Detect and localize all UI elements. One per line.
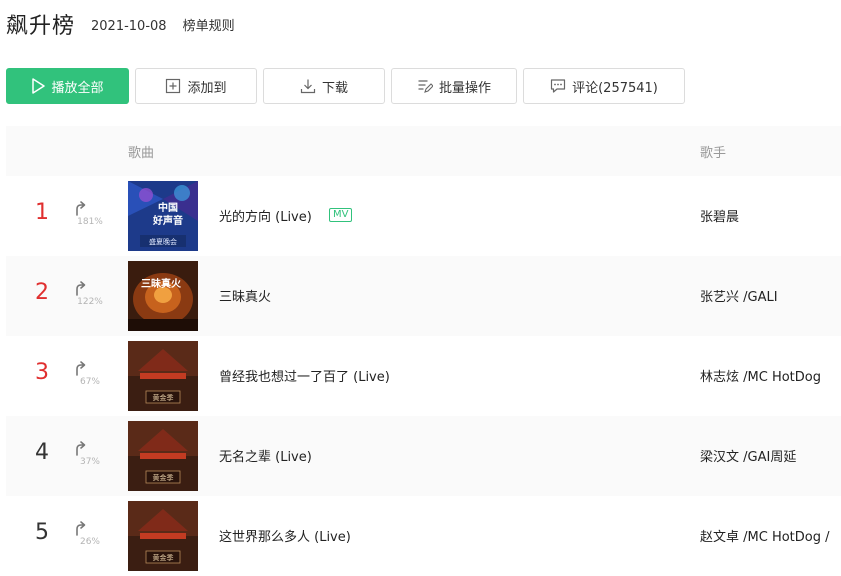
song-row[interactable]: 4 37% 黄金季 无名之辈 (Live) 梁汉文 /GAI周延: [6, 416, 841, 496]
comment-label: 评论(257541): [572, 80, 658, 96]
trend-percent: 26%: [79, 537, 100, 547]
column-header-artist: 歌手: [700, 146, 727, 161]
song-row[interactable]: 2 122% 三昧真火 三昧真火 张艺兴 /GALI: [6, 256, 841, 336]
rank-number: 1: [35, 200, 49, 225]
trend-percent: 67%: [79, 377, 100, 387]
artist-name[interactable]: 林志炫 /MC HotDog: [700, 366, 821, 385]
trend-up-icon: [76, 441, 86, 456]
trend-percent: 181%: [77, 217, 103, 227]
song-title[interactable]: 光的方向 (Live): [219, 206, 312, 225]
song-title[interactable]: 三昧真火: [219, 286, 271, 305]
add-to-button[interactable]: 添加到: [135, 68, 257, 104]
trend-up-icon: [76, 521, 86, 536]
trend-percent: 122%: [77, 297, 103, 307]
song-title[interactable]: 这世界那么多人 (Live): [219, 526, 351, 545]
rank-number: 3: [35, 360, 49, 385]
song-row[interactable]: 3 67% 黄金季 曾经我也想过一了百了 (Live) 林志炫 /MC HotD…: [6, 336, 841, 416]
artist-name[interactable]: 梁汉文 /GAI周延: [700, 446, 796, 465]
cover-text: 三昧真火: [141, 277, 182, 290]
trend-up-icon: [76, 281, 86, 296]
album-cover[interactable]: 中国 好声音 盛夏晚会: [128, 181, 198, 251]
song-row[interactable]: 5 26% 黄金季 这世界那么多人 (Live) 赵文卓 /MC HotDog …: [6, 496, 841, 576]
trend-indicator: 181%: [74, 200, 106, 227]
chart-date: 2021-10-08: [91, 19, 167, 34]
song-list: 歌曲 歌手 1 181% 中国 好声音 盛夏晚会 光的方向 (Live) MV …: [6, 126, 841, 576]
mv-badge[interactable]: MV: [329, 208, 353, 222]
artist-name[interactable]: 张艺兴 /GALI: [700, 286, 778, 305]
batch-operation-label: 批量操作: [438, 80, 491, 96]
artist-name[interactable]: 赵文卓 /MC HotDog /: [700, 526, 830, 545]
batch-operation-button[interactable]: 批量操作: [391, 68, 517, 104]
rank-number: 5: [35, 520, 49, 545]
download-label: 下载: [321, 80, 348, 96]
song-row[interactable]: 1 181% 中国 好声音 盛夏晚会 光的方向 (Live) MV 张碧晨: [6, 176, 841, 256]
column-header-song: 歌曲: [128, 146, 155, 161]
song-title[interactable]: 曾经我也想过一了百了 (Live): [219, 366, 390, 385]
album-cover[interactable]: 黄金季: [128, 421, 198, 491]
batch-icon: [418, 80, 433, 93]
album-cover[interactable]: 黄金季: [128, 341, 198, 411]
play-all-button[interactable]: 播放全部: [6, 68, 129, 104]
comment-icon: [551, 79, 566, 93]
trend-up-icon: [76, 361, 86, 376]
cover-text: 黄金季: [153, 393, 174, 402]
toolbar: 播放全部 添加到 下载 批量操作 评论(257541): [6, 68, 691, 104]
list-header: 歌曲 歌手: [6, 126, 841, 176]
cover-text: 中国: [158, 201, 178, 214]
download-icon: [300, 79, 316, 94]
play-all-label: 播放全部: [51, 80, 104, 96]
rank-number: 2: [35, 280, 49, 305]
trend-indicator: 122%: [74, 280, 106, 307]
trend-indicator: 37%: [74, 440, 106, 467]
cover-text: 盛夏晚会: [149, 237, 177, 246]
download-button[interactable]: 下载: [263, 68, 385, 104]
add-icon: [166, 78, 181, 94]
song-title[interactable]: 无名之辈 (Live): [219, 446, 312, 465]
rank-number: 4: [35, 440, 49, 465]
artist-name[interactable]: 张碧晨: [700, 206, 739, 225]
play-icon: [32, 78, 46, 94]
trend-up-icon: [76, 201, 86, 216]
page-header: 飙升榜 2021-10-08 榜单规则: [6, 8, 235, 40]
cover-text: 好声音: [152, 214, 183, 227]
comment-button[interactable]: 评论(257541): [523, 68, 685, 104]
album-cover[interactable]: 三昧真火: [128, 261, 198, 331]
trend-percent: 37%: [79, 457, 100, 467]
chart-rules-link[interactable]: 榜单规则: [183, 15, 235, 34]
cover-text: 黄金季: [153, 553, 174, 562]
trend-indicator: 67%: [74, 360, 106, 387]
album-cover[interactable]: 黄金季: [128, 501, 198, 571]
page-title: 飙升榜: [6, 14, 76, 39]
add-to-label: 添加到: [187, 80, 227, 96]
cover-text: 黄金季: [153, 473, 174, 482]
trend-indicator: 26%: [74, 520, 106, 547]
